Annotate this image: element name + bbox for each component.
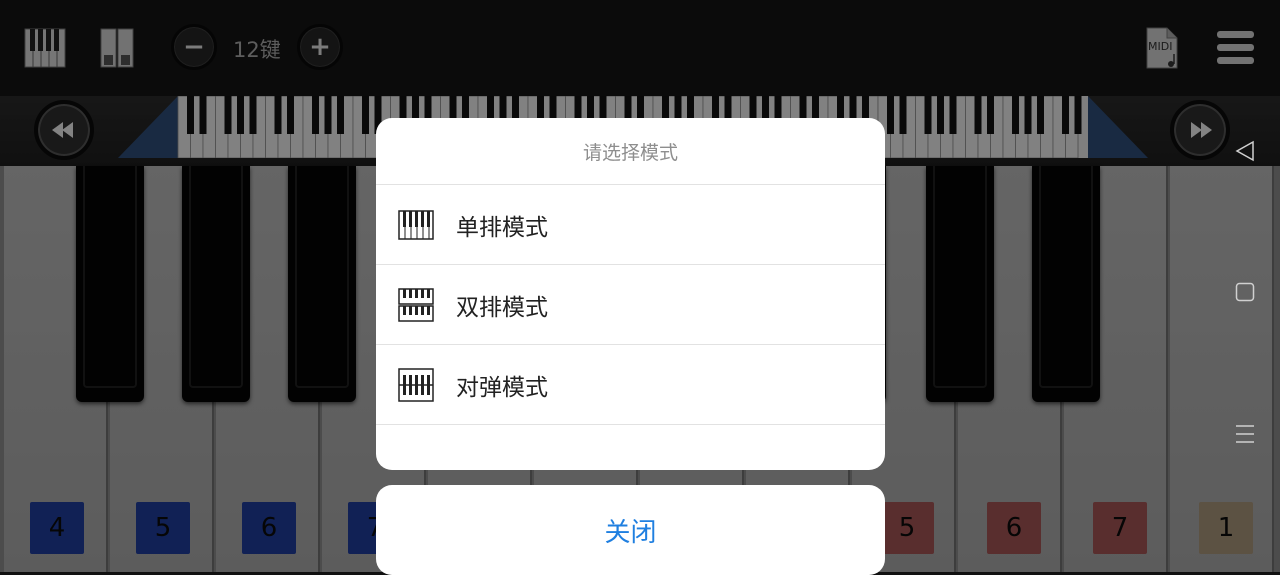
back-nav-icon[interactable] — [1234, 140, 1256, 162]
option-label: 单排模式 — [456, 214, 548, 241]
option-label: 对弹模式 — [456, 374, 548, 401]
home-nav-icon[interactable] — [1235, 282, 1255, 302]
close-button[interactable]: 关闭 — [376, 485, 885, 575]
double-row-piano-icon — [398, 287, 434, 322]
recents-nav-icon[interactable] — [1234, 423, 1256, 445]
single-row-piano-icon — [398, 209, 434, 240]
mode-select-dialog: 请选择模式 单排模式 双排模式 对弹模式 — [376, 118, 885, 470]
dialog-title: 请选择模式 — [376, 118, 885, 185]
option-duet[interactable]: 对弹模式 — [376, 345, 885, 425]
duet-piano-icon — [398, 367, 434, 402]
option-single-row[interactable]: 单排模式 — [376, 185, 885, 265]
option-label: 双排模式 — [456, 294, 548, 321]
option-double-row[interactable]: 双排模式 — [376, 265, 885, 345]
